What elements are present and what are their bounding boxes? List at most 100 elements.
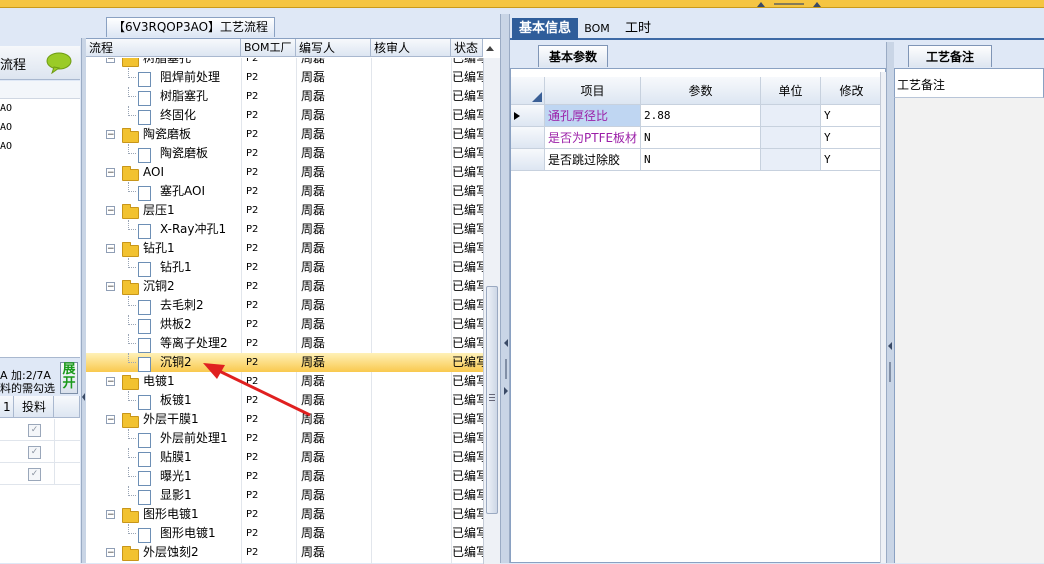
param-item-cell[interactable]: 是否跳过除胶	[545, 149, 641, 171]
left-list: AO AO AO	[0, 81, 80, 358]
tree-expand-toggle-icon[interactable]: −	[106, 510, 115, 520]
tree-connector-line	[128, 77, 136, 79]
tree-row[interactable]: 陶瓷磨板 P2 周磊 已编写	[86, 144, 483, 163]
tree-expand-toggle-icon[interactable]: −	[106, 168, 115, 178]
tree-row[interactable]: 终固化 P2 周磊 已编写	[86, 106, 483, 125]
writer-cell: 周磊	[301, 70, 326, 84]
tree-row[interactable]: 图形电镀1 P2 周磊 已编写	[86, 524, 483, 543]
writer-cell: 周磊	[301, 184, 326, 198]
checkbox[interactable]: ✓	[28, 424, 41, 437]
tab-process-notes[interactable]: 工艺备注	[908, 45, 992, 67]
writer-cell: 周磊	[301, 469, 326, 483]
params-header-value[interactable]: 参数	[641, 77, 761, 105]
tab-work-hours[interactable]: 工时	[618, 18, 658, 40]
tree-expand-toggle-icon[interactable]: −	[106, 58, 115, 64]
document-icon	[138, 148, 151, 163]
splitter-grip-icon[interactable]	[754, 0, 824, 8]
tab-process-flow[interactable]: 【6V3RQOP3AO】工艺流程	[106, 17, 276, 37]
tree-row[interactable]: 外层前处理1 P2 周磊 已编写	[86, 429, 483, 448]
tree-header-writer[interactable]: 编写人	[296, 39, 371, 57]
tree-expand-toggle-icon[interactable]: −	[106, 244, 115, 254]
center-splitter[interactable]	[500, 14, 510, 563]
tree-expand-toggle-icon[interactable]: −	[106, 282, 115, 292]
bom-factory-cell: P2	[246, 528, 259, 539]
writer-cell: 周磊	[301, 89, 326, 103]
checkbox[interactable]: ✓	[28, 446, 41, 459]
param-value-cell[interactable]: 2.88	[641, 105, 761, 127]
tree-row[interactable]: − 层压1 P2 周磊 已编写	[86, 201, 483, 220]
tree-expand-toggle-icon[interactable]: −	[106, 130, 115, 140]
tree-row[interactable]: − 沉铜2 P2 周磊 已编写	[86, 277, 483, 296]
document-icon	[138, 395, 151, 410]
document-icon	[138, 110, 151, 125]
check-col2-header: 投料	[14, 396, 54, 418]
param-unit-cell[interactable]	[761, 149, 821, 171]
tree-connector-line	[128, 362, 136, 364]
status-cell: 已编写	[452, 298, 483, 312]
comment-icon[interactable]	[46, 52, 72, 74]
splitter-arrow-icon[interactable]	[887, 342, 893, 402]
param-item-cell[interactable]: 是否为PTFE板材	[545, 127, 641, 149]
process-notes-textarea[interactable]	[894, 98, 1044, 563]
tree-expand-toggle-icon[interactable]: −	[106, 415, 115, 425]
tab-bom[interactable]: BOM	[582, 18, 612, 40]
tree-row[interactable]: 去毛刺2 P2 周磊 已编写	[86, 296, 483, 315]
tree-row[interactable]: − 外层蚀刻2 P2 周磊 已编写	[86, 543, 483, 562]
param-unit-cell[interactable]	[761, 105, 821, 127]
param-unit-cell[interactable]	[761, 127, 821, 149]
params-header-modify[interactable]: 修改	[821, 77, 883, 105]
tree-row[interactable]: 贴膜1 P2 周磊 已编写	[86, 448, 483, 467]
reviewer-cell	[376, 486, 448, 505]
tree-header-process[interactable]: 流程	[86, 39, 241, 57]
bom-factory-cell: P2	[246, 547, 259, 558]
tree-row[interactable]: 曝光1 P2 周磊 已编写	[86, 467, 483, 486]
tree-row[interactable]: − 图形电镀1 P2 周磊 已编写	[86, 505, 483, 524]
param-modify-cell[interactable]: Y	[821, 105, 883, 127]
right-splitter[interactable]	[886, 42, 894, 563]
writer-cell: 周磊	[301, 336, 326, 350]
tree-row[interactable]: − 树脂塞孔 P2 周磊 已编写	[86, 58, 483, 68]
tree-header-reviewer[interactable]: 核审人	[371, 39, 451, 57]
tree-row[interactable]: 塞孔AOI P2 周磊 已编写	[86, 182, 483, 201]
tab-basic-info[interactable]: 基本信息	[512, 18, 578, 40]
param-modify-cell[interactable]: Y	[821, 149, 883, 171]
expand-button[interactable]: 展开	[60, 362, 78, 394]
tree-row[interactable]: 钻孔1 P2 周磊 已编写	[86, 258, 483, 277]
param-value-cell[interactable]: N	[641, 149, 761, 171]
splitter-arrow-icon[interactable]	[502, 339, 510, 399]
top-splitter-bar[interactable]	[0, 0, 1044, 8]
tree-header-status[interactable]: 状态	[451, 39, 483, 57]
sort-up-icon[interactable]	[485, 44, 495, 52]
status-cell: 已编写	[452, 146, 483, 160]
list-item[interactable]: AO	[0, 141, 12, 152]
checkbox[interactable]: ✓	[28, 468, 41, 481]
param-item-cell[interactable]: 通孔厚径比	[545, 105, 641, 127]
tree-row[interactable]: − 陶瓷磨板 P2 周磊 已编写	[86, 125, 483, 144]
tree-expand-toggle-icon[interactable]: −	[106, 548, 115, 558]
tree-row[interactable]: − 钻孔1 P2 周磊 已编写	[86, 239, 483, 258]
param-value-cell[interactable]: N	[641, 127, 761, 149]
tree-row[interactable]: 阻焊前处理 P2 周磊 已编写	[86, 68, 483, 87]
params-header-unit[interactable]: 单位	[761, 77, 821, 105]
params-header-item[interactable]: 项目	[545, 77, 641, 105]
tree-expand-toggle-icon[interactable]: −	[106, 206, 115, 216]
tree-node-label: 图形电镀1	[143, 507, 199, 521]
tree-row[interactable]: 烘板2 P2 周磊 已编写	[86, 315, 483, 334]
tree-row[interactable]: − AOI P2 周磊 已编写	[86, 163, 483, 182]
status-cell: 已编写	[452, 412, 483, 426]
param-modify-cell[interactable]: Y	[821, 127, 883, 149]
list-item[interactable]: AO	[0, 103, 12, 114]
tree-header-bom-factory[interactable]: BOM工厂	[241, 39, 296, 57]
tab-basic-params[interactable]: 基本参数	[538, 45, 608, 67]
list-item[interactable]: AO	[0, 122, 12, 133]
tree-row[interactable]: 树脂塞孔 P2 周磊 已编写	[86, 87, 483, 106]
writer-cell: 周磊	[301, 58, 326, 65]
tree-row[interactable]: X-Ray冲孔1 P2 周磊 已编写	[86, 220, 483, 239]
tree-scrollbar[interactable]	[483, 58, 500, 564]
tree-scrollbar-thumb[interactable]	[486, 286, 498, 514]
tree-row[interactable]: 等离子处理2 P2 周磊 已编写	[86, 334, 483, 353]
writer-cell: 周磊	[301, 108, 326, 122]
status-cell: 已编写	[452, 450, 483, 464]
tree-expand-toggle-icon[interactable]: −	[106, 377, 115, 387]
tree-row[interactable]: 显影1 P2 周磊 已编写	[86, 486, 483, 505]
